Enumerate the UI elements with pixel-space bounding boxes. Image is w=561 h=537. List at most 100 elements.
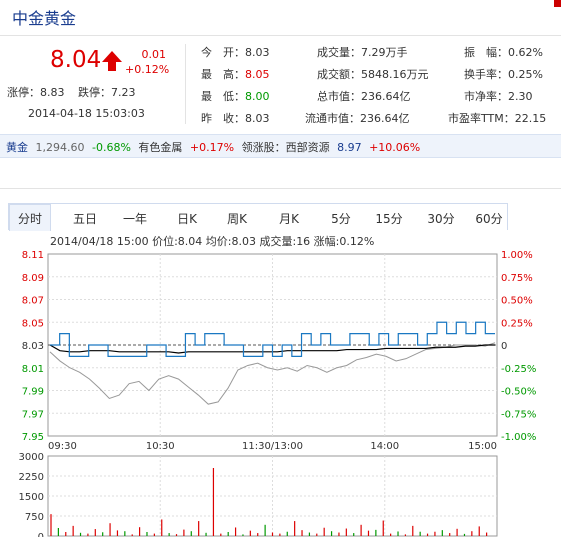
y-tick-label-right: -1.00% xyxy=(501,432,536,443)
quote-vol-label: 成交量： xyxy=(317,46,361,59)
corner-mark xyxy=(554,0,561,7)
leader-price: 8.97 xyxy=(337,141,362,154)
tab-daily-k[interactable]: 日K xyxy=(167,210,207,227)
divider xyxy=(0,188,561,189)
quote-float-cap: 流通市值：236.64亿 xyxy=(305,110,410,126)
chart-info-line: 2014/04/18 15:00 价位:8.04 均价:8.03 成交量:16 … xyxy=(50,234,374,248)
intraday-chart: 2014/04/18 15:00 价位:8.04 均价:8.03 成交量:16 … xyxy=(0,230,561,537)
y-tick-label-right: -0.50% xyxy=(501,387,536,398)
quote-vol-value: 7.29万手 xyxy=(361,46,408,59)
up-arrow-icon xyxy=(102,51,122,71)
limit-up-value: 8.83 xyxy=(40,86,65,99)
volume-tick-label: 1500 xyxy=(19,492,44,503)
quote-prev-label: 昨 收： xyxy=(201,112,245,125)
y-tick-label-right: -0.75% xyxy=(501,409,536,420)
quote-amount: 成交额：5848.16万元 xyxy=(317,66,429,82)
divider xyxy=(185,44,186,124)
quote-low: 最 低：8.00 xyxy=(201,88,270,104)
limit-up-label: 涨停： xyxy=(7,86,40,99)
gold-price: 1,294.60 xyxy=(35,141,85,154)
quote-fcap-label: 流通市值： xyxy=(305,112,360,125)
x-tick-label: 10:30 xyxy=(146,441,175,452)
limit-row: 涨停：8.83 跌停：7.23 xyxy=(7,84,146,100)
tab-30min[interactable]: 30分 xyxy=(421,210,461,227)
y-tick-label-left: 8.01 xyxy=(22,364,44,375)
tab-1year[interactable]: 一年 xyxy=(115,210,155,227)
quote-mcap-label: 总市值： xyxy=(317,90,361,103)
x-tick-label: 09:30 xyxy=(48,441,77,452)
quote-fcap-value: 236.64亿 xyxy=(360,112,410,125)
y-tick-label-left: 8.05 xyxy=(22,318,44,329)
quote-pe-value: 22.15 xyxy=(514,112,547,125)
market-bar: 黄金 1,294.60 -0.68% 有色金属 +0.17% 领涨股：西部资源 … xyxy=(0,134,561,158)
tab-5min[interactable]: 5分 xyxy=(321,210,361,227)
quote-amplitude: 振 幅：0.62% xyxy=(464,44,543,60)
sector-change: +0.17% xyxy=(189,141,235,154)
y-tick-label-right: 0.25% xyxy=(501,318,533,329)
leader-label: 领涨股： xyxy=(241,141,286,154)
quote-pe: 市盈率TTM：22.15 xyxy=(448,110,546,126)
quote-mcap-value: 236.64亿 xyxy=(361,90,411,103)
leader-name[interactable]: 西部资源 xyxy=(286,141,330,154)
x-tick-label: 14:00 xyxy=(370,441,399,452)
quote-pe-label: 市盈率TTM： xyxy=(448,112,515,125)
price-change-pct: +0.12% xyxy=(125,63,170,76)
tab-weekly-k[interactable]: 周K xyxy=(217,210,257,227)
y-tick-label-right: 0.75% xyxy=(501,273,533,284)
quote-turn-label: 换手率： xyxy=(464,68,508,81)
y-tick-label-left: 7.99 xyxy=(22,387,44,398)
quote-high-label: 最 高： xyxy=(201,68,245,81)
quote-low-label: 最 低： xyxy=(201,90,245,103)
quote-open-value: 8.03 xyxy=(245,46,270,59)
volume-tick-label: 0 xyxy=(38,532,44,537)
volume-tick-label: 750 xyxy=(25,512,44,523)
y-tick-label-left: 8.11 xyxy=(22,250,44,261)
last-price: 8.04 xyxy=(50,47,102,73)
quote-high-value: 8.05 xyxy=(245,68,270,81)
quote-amp-label: 振 幅： xyxy=(464,46,508,59)
quote-low-value: 8.00 xyxy=(245,90,270,103)
chart-period-tabs: 分时 五日 一年 日K 周K 月K 5分 15分 30分 60分 xyxy=(8,203,509,231)
tab-5day[interactable]: 五日 xyxy=(65,210,105,227)
quote-open: 今 开：8.03 xyxy=(201,44,270,60)
gold-change: -0.68% xyxy=(91,141,131,154)
volume-tick-label: 3000 xyxy=(19,452,44,463)
volume-tick-label: 2250 xyxy=(19,472,44,483)
quote-prev-value: 8.03 xyxy=(245,112,270,125)
leader-change: +10.06% xyxy=(369,141,421,154)
price-area: 8.04 0.01 +0.12% 涨停：8.83 跌停：7.23 2014-04… xyxy=(0,36,561,128)
quote-open-label: 今 开： xyxy=(201,46,245,59)
y-tick-label-left: 8.09 xyxy=(22,273,44,284)
y-tick-label-left: 7.97 xyxy=(22,409,44,420)
y-tick-label-right: 0.50% xyxy=(501,296,533,307)
quote-amt-label: 成交额： xyxy=(317,68,361,81)
y-tick-label-right: 0 xyxy=(501,341,507,352)
tab-intraday[interactable]: 分时 xyxy=(9,204,51,231)
quote-high: 最 高：8.05 xyxy=(201,66,270,82)
y-tick-label-right: -0.25% xyxy=(501,364,536,375)
y-tick-label-left: 8.03 xyxy=(22,341,44,352)
quote-volume: 成交量：7.29万手 xyxy=(317,44,408,60)
tab-60min[interactable]: 60分 xyxy=(469,210,509,227)
quote-pb-value: 2.30 xyxy=(508,90,533,103)
intraday-chart-svg: 2014/04/18 15:00 价位:8.04 均价:8.03 成交量:16 … xyxy=(19,234,537,537)
y-tick-label-right: 1.00% xyxy=(501,250,533,261)
quote-pb: 市净率：2.30 xyxy=(464,88,533,104)
quote-timestamp: 2014-04-18 15:03:03 xyxy=(28,107,145,120)
y-tick-label-left: 7.95 xyxy=(22,432,44,443)
x-tick-label: 11:30/13:00 xyxy=(242,441,303,452)
limit-down-label: 跌停： xyxy=(78,86,111,99)
quote-prev-close: 昨 收：8.03 xyxy=(201,110,270,126)
gold-label[interactable]: 黄金 xyxy=(6,141,28,154)
tab-15min[interactable]: 15分 xyxy=(369,210,409,227)
quote-pb-label: 市净率： xyxy=(464,90,508,103)
sector-label[interactable]: 有色金属 xyxy=(138,141,182,154)
quote-amt-value: 5848.16万元 xyxy=(361,68,429,81)
tab-monthly-k[interactable]: 月K xyxy=(269,210,309,227)
quote-market-cap: 总市值：236.64亿 xyxy=(317,88,411,104)
limit-down-value: 7.23 xyxy=(111,86,136,99)
quote-turn-value: 0.25% xyxy=(508,68,543,81)
quote-amp-value: 0.62% xyxy=(508,46,543,59)
stock-name: 中金黄金 xyxy=(12,9,77,28)
quote-turnover: 换手率：0.25% xyxy=(464,66,543,82)
